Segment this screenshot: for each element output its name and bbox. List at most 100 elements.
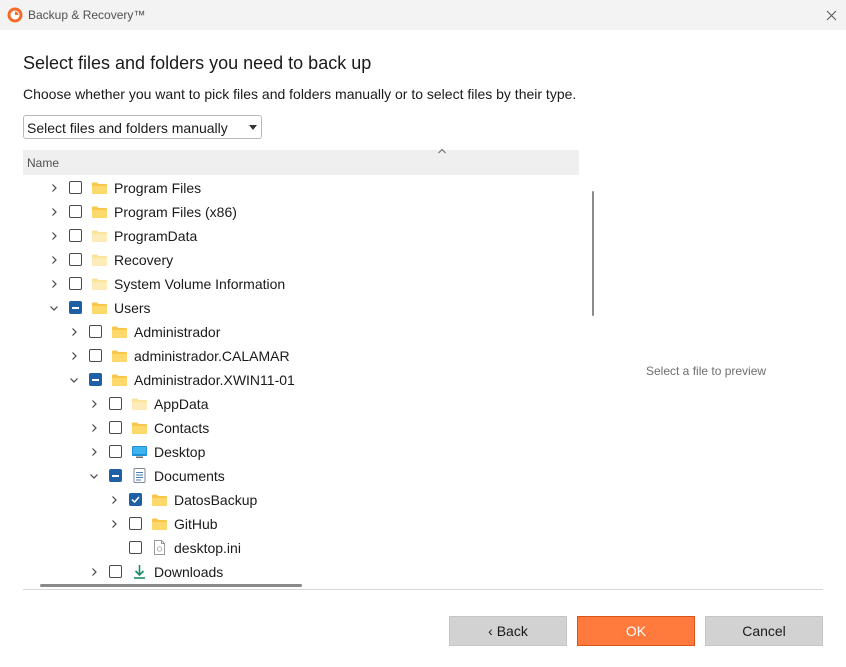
tree-row-label: administrador.CALAMAR: [134, 348, 290, 364]
tree-row-documents[interactable]: Documents: [23, 464, 563, 488]
close-icon: [826, 10, 836, 20]
row-checkbox[interactable]: [129, 517, 142, 530]
folder-icon: [92, 206, 107, 218]
folder-icon: [132, 422, 147, 434]
collapse-chevron-icon[interactable]: [48, 302, 60, 314]
row-checkbox[interactable]: [69, 277, 82, 290]
folder-icon: [152, 494, 167, 506]
tree-row-label: Administrador: [134, 324, 221, 340]
tree-row-label: Documents: [154, 468, 225, 484]
row-checkbox[interactable]: [109, 565, 122, 578]
folder-icon: [92, 182, 107, 194]
folder-icon: [112, 374, 127, 386]
collapse-chevron-icon[interactable]: [88, 470, 100, 482]
row-checkbox[interactable]: [69, 205, 82, 218]
tree-row-label: DatosBackup: [174, 492, 258, 508]
tree-row-desktop[interactable]: Desktop: [23, 440, 563, 464]
row-checkbox[interactable]: [129, 493, 142, 506]
folder-hidden-icon: [92, 254, 107, 266]
tree-row-github[interactable]: GitHub: [23, 512, 563, 536]
expand-chevron-icon[interactable]: [68, 326, 80, 338]
preview-placeholder: Select a file to preview: [646, 364, 767, 378]
row-checkbox[interactable]: [109, 397, 122, 410]
row-checkbox[interactable]: [129, 541, 142, 554]
row-checkbox[interactable]: [69, 181, 82, 194]
row-checkbox[interactable]: [109, 421, 122, 434]
folder-icon: [112, 326, 127, 338]
tree-row-label: Desktop: [154, 444, 206, 460]
tree-row-system-volume-information[interactable]: System Volume Information: [23, 272, 563, 296]
app-logo-icon: [7, 7, 23, 23]
expand-chevron-icon[interactable]: [48, 278, 60, 290]
tree-row-contacts[interactable]: Contacts: [23, 416, 563, 440]
window-title: Backup & Recovery™: [28, 8, 146, 22]
tree-row-downloads[interactable]: Downloads: [23, 560, 563, 580]
row-checkbox[interactable]: [89, 373, 102, 386]
expand-chevron-icon[interactable]: [88, 422, 100, 434]
file-icon: [154, 540, 165, 555]
tree-row-label: Administrador.XWIN11-01: [134, 372, 295, 388]
tree-row-users[interactable]: Users: [23, 296, 563, 320]
row-checkbox[interactable]: [109, 469, 122, 482]
dropdown-arrow-icon: [249, 125, 257, 130]
tree-row-desktop-ini[interactable]: desktop.ini: [23, 536, 563, 560]
expand-chevron-icon[interactable]: [108, 494, 120, 506]
page-title: Select files and folders you need to bac…: [23, 53, 372, 73]
folder-hidden-icon: [92, 278, 107, 290]
expand-chevron-icon[interactable]: [88, 398, 100, 410]
row-checkbox[interactable]: [69, 253, 82, 266]
ok-button[interactable]: OK: [577, 616, 695, 646]
tree-row-datosbackup[interactable]: DatosBackup: [23, 488, 563, 512]
expand-chevron-icon[interactable]: [68, 350, 80, 362]
tree-row-label: Users: [114, 300, 151, 316]
tree-row-label: Contacts: [154, 420, 210, 436]
tree-row-label: Recovery: [114, 252, 174, 268]
expand-chevron-icon[interactable]: [48, 254, 60, 266]
footer-divider: [23, 589, 823, 590]
tree-row-administrador[interactable]: Administrador: [23, 320, 563, 344]
tree-row-administrador-xwin11-01[interactable]: Administrador.XWIN11-01: [23, 368, 563, 392]
expand-chevron-icon[interactable]: [108, 518, 120, 530]
tree-row-label: desktop.ini: [174, 540, 241, 556]
folder-hidden-icon: [92, 230, 107, 242]
documents-icon: [133, 468, 146, 483]
folder-icon: [152, 518, 167, 530]
tree-row-label: Program Files: [114, 180, 202, 196]
tree-row-label: Downloads: [154, 564, 224, 580]
page-subtitle: Choose whether you want to pick files an…: [23, 86, 577, 102]
tree-row-program-files-x86[interactable]: Program Files (x86): [23, 200, 563, 224]
expand-chevron-icon[interactable]: [48, 182, 60, 194]
row-checkbox[interactable]: [109, 445, 122, 458]
desktop-icon: [132, 446, 147, 458]
name-column-header[interactable]: Name: [23, 148, 579, 175]
sort-ascending-icon: [438, 148, 446, 154]
row-checkbox[interactable]: [89, 325, 102, 338]
horizontal-scrollbar[interactable]: [40, 584, 302, 587]
collapse-chevron-icon[interactable]: [68, 374, 80, 386]
tree-row-label: System Volume Information: [114, 276, 286, 292]
vertical-scrollbar[interactable]: [592, 191, 594, 316]
expand-chevron-icon[interactable]: [48, 206, 60, 218]
name-column-label: Name: [27, 156, 60, 170]
close-button[interactable]: [816, 0, 846, 30]
back-button[interactable]: ‹ Back: [449, 616, 567, 646]
tree-row-program-files[interactable]: Program Files: [23, 176, 563, 200]
tree-row-programdata[interactable]: ProgramData: [23, 224, 563, 248]
tree-row-recovery[interactable]: Recovery: [23, 248, 563, 272]
download-icon: [134, 565, 145, 579]
cancel-button[interactable]: Cancel: [705, 616, 823, 646]
tree-row-administrador-calamar[interactable]: administrador.CALAMAR: [23, 344, 563, 368]
selection-mode-dropdown[interactable]: Select files and folders manually: [23, 115, 262, 139]
row-checkbox[interactable]: [69, 229, 82, 242]
folder-hidden-icon: [132, 398, 147, 410]
row-checkbox[interactable]: [89, 349, 102, 362]
expand-chevron-icon[interactable]: [88, 566, 100, 578]
expand-chevron-icon[interactable]: [88, 446, 100, 458]
expand-chevron-icon[interactable]: [48, 230, 60, 242]
selection-mode-value: Select files and folders manually: [27, 120, 228, 136]
tree-row-label: ProgramData: [114, 228, 198, 244]
tree-row-label: Program Files (x86): [114, 204, 237, 220]
title-bar: Backup & Recovery™: [0, 0, 846, 30]
tree-row-appdata[interactable]: AppData: [23, 392, 563, 416]
row-checkbox[interactable]: [69, 301, 82, 314]
